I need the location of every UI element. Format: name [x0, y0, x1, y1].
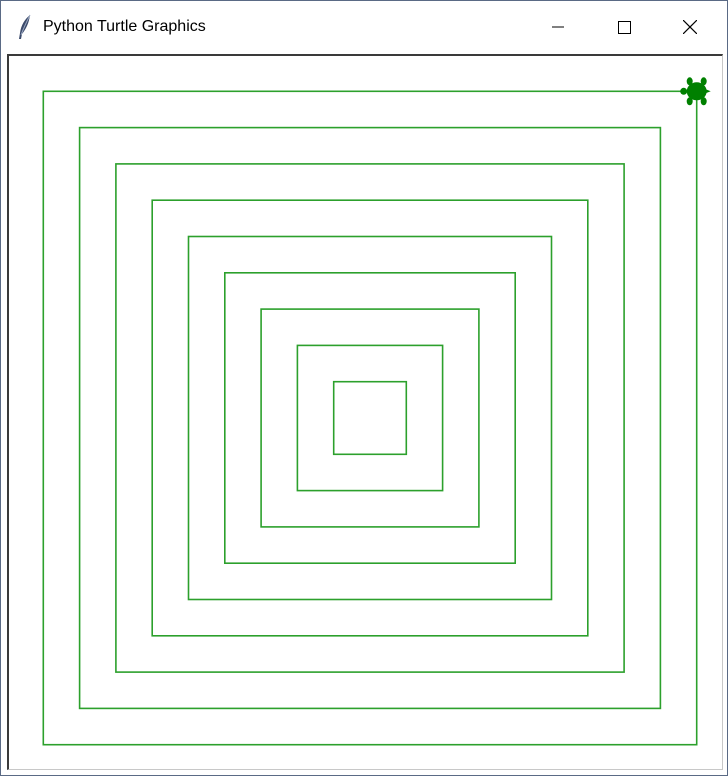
close-button[interactable]: [657, 1, 723, 53]
turtle-canvas-frame: [7, 54, 723, 770]
spiral-square: [187, 235, 553, 601]
title-bar[interactable]: Python Turtle Graphics: [1, 1, 727, 53]
turtle-canvas[interactable]: [9, 56, 721, 768]
minimize-icon: [552, 21, 564, 33]
close-icon: [683, 20, 697, 34]
spiral-square: [115, 163, 625, 673]
spiral-square: [224, 272, 516, 564]
spiral-square: [151, 199, 589, 637]
spiral-square: [260, 308, 480, 528]
spiral-square: [296, 344, 444, 492]
spiral-square: [78, 126, 662, 710]
minimize-button[interactable]: [525, 1, 591, 53]
turtle-window: Python Turtle Graphics: [0, 0, 728, 776]
maximize-button[interactable]: [591, 1, 657, 53]
feather-icon: [15, 13, 35, 41]
window-title: Python Turtle Graphics: [43, 18, 206, 35]
maximize-icon: [617, 20, 631, 34]
spiral-square: [42, 90, 698, 746]
turtle-icon: [680, 77, 711, 106]
spiral-square: [332, 380, 408, 456]
